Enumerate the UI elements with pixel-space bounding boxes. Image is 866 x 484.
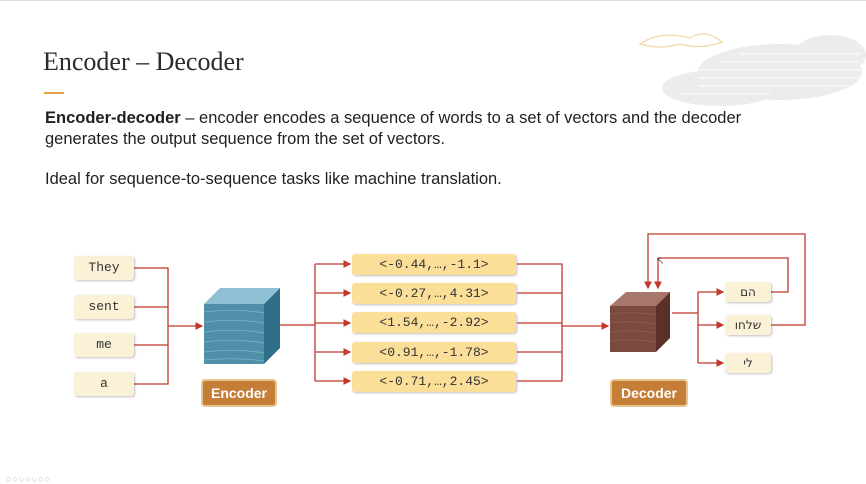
vector-1: <-0.44,…,-1.1> [352, 254, 516, 275]
vector-4: <0.91,…,-1.78> [352, 342, 516, 363]
input-word-sent: sent [74, 295, 134, 319]
encoder-label: Encoder [201, 379, 277, 407]
vector-5: <-0.71,…,2.45> [352, 371, 516, 392]
output-word-1: הם [725, 282, 771, 302]
slide: Encoder – Decoder Encoder-decoder – enco… [0, 0, 866, 484]
vector-2: <-0.27,…,4.31> [352, 283, 516, 304]
output-word-3: לי [725, 353, 771, 373]
diagram-connectors [134, 233, 806, 385]
mouse-cursor-icon: ↖ [656, 256, 665, 267]
vector-3: <1.54,…,-2.92> [352, 312, 516, 333]
decoder-label: Decoder [610, 379, 688, 407]
output-word-2: שלחו [725, 315, 771, 335]
input-word-me: me [74, 333, 134, 357]
input-word-a: a [74, 372, 134, 396]
presentation-controls-bar [0, 468, 866, 484]
playback-controls-icon[interactable]: ○○○○○○○ [6, 474, 51, 484]
input-word-they: They [74, 256, 134, 280]
